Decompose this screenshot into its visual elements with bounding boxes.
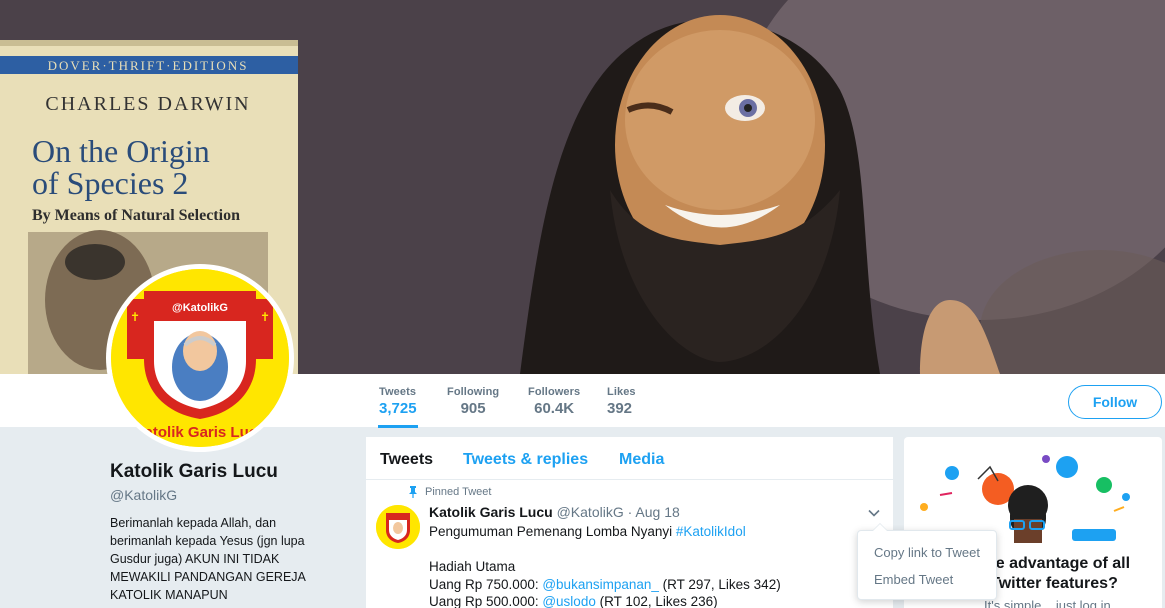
book-title-line1: On the Origin: [32, 133, 210, 169]
book-subtitle: By Means of Natural Selection: [32, 207, 240, 224]
profile-handle: @KatolikG: [110, 487, 178, 503]
timeline-card: Tweets Tweets & replies Media Pinned Twe…: [366, 437, 893, 608]
stat-followers[interactable]: Followers 60.4K: [528, 386, 580, 417]
profile-name[interactable]: Katolik Garis Lucu: [110, 461, 278, 483]
stat-following-label: Following: [447, 386, 500, 398]
profile-avatar[interactable]: @KatolikG ✝ ✝ Katolik Garis Lucu: [106, 264, 294, 452]
book-title-line2: of Species 2: [32, 165, 188, 201]
tab-media[interactable]: Media: [619, 451, 664, 469]
book-series: DOVER·THRIFT·EDITIONS: [48, 58, 249, 73]
avatar-ring-text: Katolik Garis Lucu: [134, 424, 267, 441]
pinned-label: Pinned Tweet: [425, 486, 492, 498]
tweet-line-1-text: Pengumuman Pemenang Lomba Nyanyi: [429, 524, 676, 539]
tweet-line-3-suffix: (RT 297, Likes 342): [658, 576, 781, 592]
tab-tweets[interactable]: Tweets: [380, 451, 433, 469]
pinned-indicator: Pinned Tweet: [408, 486, 491, 498]
stat-likes-label: Likes: [607, 386, 636, 398]
book-author: CHARLES DARWIN: [45, 93, 250, 115]
tweet-header: Katolik Garis Lucu @KatolikG · Aug 18: [429, 504, 680, 520]
stat-followers-label: Followers: [528, 386, 581, 398]
stat-likes-value: 392: [607, 400, 633, 417]
tweet-line-3-prefix: Uang Rp 750.000:: [429, 576, 543, 592]
tab-tweets-and-replies[interactable]: Tweets & replies: [463, 451, 588, 469]
tweet-date[interactable]: Aug 18: [635, 504, 679, 520]
menu-item-copy-link[interactable]: Copy link to Tweet: [858, 539, 996, 566]
profile-bio: Berimanlah kepada Allah, dan berimanlah …: [110, 516, 306, 602]
stat-tweets-value: 3,725: [379, 400, 417, 417]
stat-following[interactable]: Following 905: [447, 386, 499, 417]
tweet-line-2: Hadiah Utama: [429, 559, 516, 574]
pin-icon: [409, 486, 417, 498]
tweet-author-name[interactable]: Katolik Garis Lucu: [429, 504, 553, 520]
mention-link-2[interactable]: @uslodo: [542, 594, 596, 608]
tweet-line-1: Pengumuman Pemenang Lomba Nyanyi #Katoli…: [429, 523, 879, 541]
stat-followers-value: 60.4K: [534, 400, 575, 417]
timeline-tabs: Tweets Tweets & replies Media: [366, 437, 893, 480]
mention-link-1[interactable]: @bukansimpanan_: [542, 577, 659, 592]
stat-tweets-label: Tweets: [379, 386, 417, 398]
tweet-line-4-prefix: Uang Rp 500.000:: [429, 594, 543, 608]
chevron-down-icon[interactable]: [867, 506, 881, 520]
svg-text:✝: ✝: [130, 310, 140, 324]
svg-text:✝: ✝: [260, 310, 270, 324]
avatar-logo: @KatolikG ✝ ✝ Katolik Garis Lucu: [111, 269, 289, 447]
stat-likes[interactable]: Likes 392: [607, 386, 636, 417]
follow-button[interactable]: Follow: [1068, 385, 1162, 419]
tweet-line-4-suffix: (RT 102, Likes 236): [595, 594, 718, 608]
stat-following-value: 905: [460, 400, 486, 417]
tweet-actions-dropdown: Copy link to Tweet Embed Tweet: [857, 523, 997, 600]
tweet-author-handle[interactable]: @KatolikG: [557, 504, 624, 520]
hashtag-link[interactable]: #KatolikIdol: [676, 524, 746, 539]
tweet-separator: ·: [623, 504, 636, 520]
twitter-profile-page: DOVER·THRIFT·EDITIONS CHARLES DARWIN On …: [0, 0, 1165, 608]
avatar-image: @KatolikG ✝ ✝ Katolik Garis Lucu: [111, 269, 289, 447]
tweet-author-avatar[interactable]: [376, 505, 420, 549]
stat-tweets[interactable]: Tweets 3,725: [378, 386, 418, 428]
dropdown-caret-fill: [873, 524, 887, 531]
tweet-text: Pengumuman Pemenang Lomba Nyanyi #Katoli…: [429, 523, 879, 608]
menu-item-embed-tweet[interactable]: Embed Tweet: [858, 566, 996, 593]
promo-subtitle: It's simple... just log in: [984, 598, 1111, 608]
avatar-badge-text: @KatolikG: [172, 302, 228, 314]
tweet-line-4: Uang Rp 500.000: @uslodo (RT 102, Likes …: [429, 593, 879, 608]
tweet-line-3: Uang Rp 750.000: @bukansimpanan_ (RT 297…: [429, 576, 879, 594]
tweet-avatar-logo: [376, 505, 420, 549]
